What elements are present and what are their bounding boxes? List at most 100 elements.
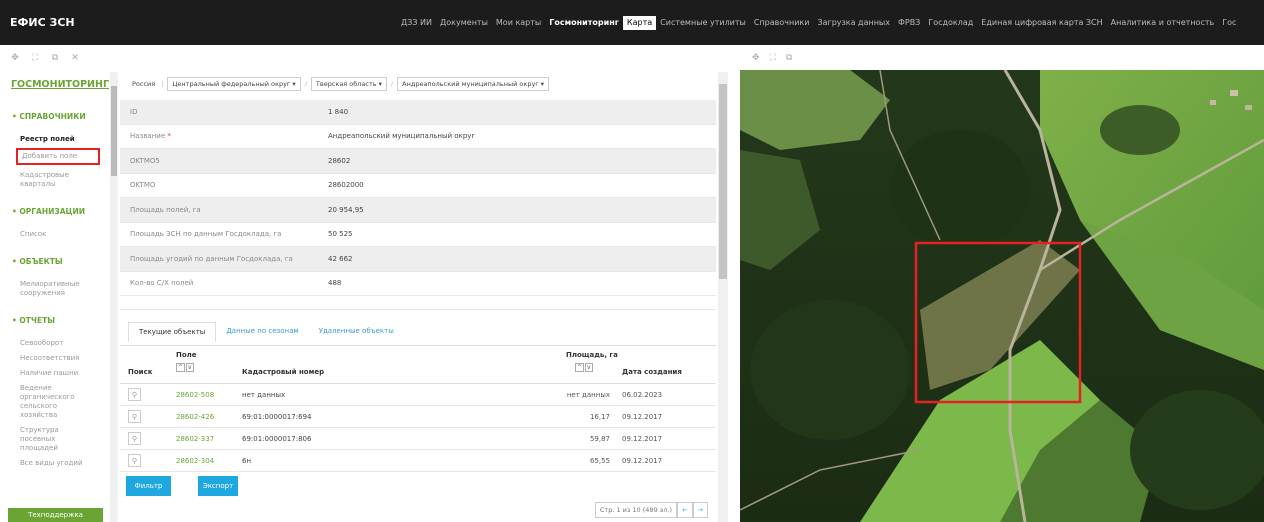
field-link[interactable]: 28602-337 (176, 435, 214, 443)
header-field: Поле (176, 351, 197, 359)
nav-gosdoklad[interactable]: Госдоклад (924, 16, 977, 30)
sidebar-item-crop-rotation[interactable]: Севооборот (8, 339, 111, 348)
support-button[interactable]: Техподдержка (8, 508, 103, 522)
pin-icon[interactable]: ⚲ (128, 454, 141, 467)
sort-down-icon[interactable]: v (585, 363, 593, 372)
sidebar-item-sown-structure[interactable]: Структура посевных площадей (8, 426, 68, 453)
next-page-button[interactable]: → (692, 502, 708, 518)
main-scrollbar[interactable] (718, 72, 728, 522)
cadastral-value: 69:01:0000017:694 (242, 412, 312, 421)
popout-icon[interactable]: ⧉ (50, 53, 60, 63)
property-row: Площадь полей, га 20 954,95 (120, 198, 716, 223)
prev-page-button[interactable]: ← (677, 502, 693, 518)
table-row[interactable]: ⚲ 28602-337 69:01:0000017:806 59,87 09.1… (120, 428, 716, 450)
breadcrumb-root[interactable]: Россия (130, 78, 157, 90)
nav-analytics[interactable]: Аналитика и отчетность (1107, 16, 1219, 30)
pin-icon[interactable]: ⚲ (128, 432, 141, 445)
property-key-text: Название (130, 132, 166, 141)
date-value: 09.12.2017 (622, 412, 663, 421)
tab-deleted-objects[interactable]: Удаленные объекты (309, 322, 404, 342)
sidebar-item-mismatches[interactable]: Несоответствия (8, 354, 111, 363)
move-icon[interactable]: ✥ (752, 53, 760, 63)
nav-frvz[interactable]: ФРВЗ (894, 16, 924, 30)
field-link[interactable]: 28602-426 (176, 413, 214, 421)
satellite-map[interactable] (740, 70, 1264, 522)
sidebar: ГОСМОНИТОРИНГ • СПРАВОЧНИКИ Реестр полей… (8, 72, 111, 522)
property-row: OKTMO5 28602 (120, 149, 716, 174)
table-row[interactable]: ⚲ 28602-304 6н 65,55 09.12.2017 (120, 450, 716, 472)
header-date: Дата создания (622, 368, 682, 376)
header-cadastral: Кадастровый номер (242, 368, 325, 376)
property-key: Кол-во С/Х полей (130, 279, 194, 288)
sidebar-scroll-thumb[interactable] (111, 86, 117, 176)
popout-icon[interactable]: ⧉ (786, 53, 792, 63)
date-value: 09.12.2017 (622, 434, 663, 443)
nav-documents[interactable]: Документы (436, 16, 492, 30)
filter-button[interactable]: Фильтр (126, 476, 171, 496)
area-sort: ^ v (575, 363, 594, 372)
nav-more[interactable]: Гос (1218, 16, 1240, 30)
header-search: Поиск (128, 368, 153, 376)
export-button[interactable]: Экспорт (198, 476, 238, 496)
breadcrumb-separator: / (304, 80, 307, 88)
nav-directories[interactable]: Справочники (750, 16, 814, 30)
area-value: нет данных (566, 390, 610, 399)
section-objects[interactable]: • ОБЪЕКТЫ (8, 257, 111, 266)
table-row[interactable]: ⚲ 28602-508 нет данных нет данных 06.02.… (120, 384, 716, 406)
tab-current-objects[interactable]: Текущие объекты (128, 322, 217, 342)
property-row: Кол-во С/Х полей 488 (120, 272, 716, 296)
nav-data-upload[interactable]: Загрузка данных (813, 16, 894, 30)
nav-gosmonitoring[interactable]: Госмониторинг (545, 16, 623, 30)
sort-down-icon[interactable]: v (186, 363, 194, 372)
nav-system-utils[interactable]: Системные утилиты (656, 16, 750, 30)
required-marker: * (167, 132, 171, 141)
property-value: 20 954,95 (328, 205, 364, 214)
breadcrumb-separator: / (390, 80, 394, 88)
sidebar-item-organic[interactable]: Ведение органического сельского хозяйств… (8, 384, 83, 420)
nav-digital-map[interactable]: Единая цифровая карта ЗСН (977, 16, 1106, 30)
expand-icon[interactable]: ⛶ (770, 53, 776, 63)
breadcrumb: Россия | Центральный федеральный округ ▾… (120, 72, 716, 96)
area-value: 59,87 (589, 434, 610, 443)
section-directories[interactable]: • СПРАВОЧНИКИ (8, 112, 111, 121)
table-row[interactable]: ⚲ 28602-426 69:01:0000017:694 16,17 09.1… (120, 406, 716, 428)
sidebar-item-arable[interactable]: Наличие пашни (8, 369, 111, 378)
sort-up-icon[interactable]: ^ (575, 363, 585, 372)
close-icon[interactable]: ✕ (70, 53, 80, 63)
sidebar-item-cadastral[interactable]: Кадастровые кварталы (8, 171, 78, 189)
sidebar-scrollbar[interactable] (110, 72, 118, 522)
sidebar-item-field-registry[interactable]: Реестр полей (8, 135, 111, 144)
expand-icon[interactable]: ⛶ (30, 53, 40, 63)
field-link[interactable]: 28602-304 (176, 457, 214, 465)
nav-map[interactable]: Карта (622, 15, 657, 30)
field-sort: ^ v (176, 363, 195, 372)
breadcrumb-district[interactable]: Центральный федеральный округ ▾ (167, 77, 301, 91)
table-header: Поиск Поле ^ v Кадастровый номер Площадь,… (120, 348, 716, 384)
header-area: Площадь, га (566, 351, 618, 359)
main-scroll-thumb[interactable] (719, 84, 727, 279)
top-nav: ДЗЗ ИИ Документы Мои карты Госмониторинг… (397, 0, 1264, 45)
sidebar-title[interactable]: ГОСМОНИТОРИНГ (8, 72, 111, 102)
property-value: Андреапольский муниципальный округ (328, 132, 476, 141)
nav-my-maps[interactable]: Мои карты (492, 16, 545, 30)
app-title[interactable]: ЕФИС ЗСН (0, 16, 380, 29)
sidebar-item-all-lands[interactable]: Все виды угодий (8, 459, 111, 468)
breadcrumb-municipality[interactable]: Андреапольский муниципальный округ ▾ (397, 77, 550, 91)
tab-season-data[interactable]: Данные по сезонам (216, 322, 308, 342)
field-link[interactable]: 28602-508 (176, 391, 214, 399)
sort-up-icon[interactable]: ^ (176, 363, 186, 372)
property-row: OKTMO 28602000 (120, 174, 716, 198)
sidebar-item-add-field[interactable]: Добавить поле (16, 148, 100, 165)
section-reports[interactable]: • ОТЧЕТЫ (8, 316, 111, 325)
breadcrumb-region[interactable]: Тверская область ▾ (310, 77, 387, 91)
cadastral-value: нет данных (242, 390, 286, 399)
move-icon[interactable]: ✥ (10, 53, 20, 63)
sidebar-item-list[interactable]: Список (8, 230, 111, 239)
property-row: Название * Андреапольский муниципальный о… (120, 125, 716, 149)
pin-icon[interactable]: ⚲ (128, 410, 141, 423)
pin-icon[interactable]: ⚲ (128, 388, 141, 401)
sidebar-item-melioration[interactable]: Мелиоративные сооружения (8, 280, 88, 298)
property-value: 28602 (328, 156, 351, 165)
nav-dzz[interactable]: ДЗЗ ИИ (397, 16, 436, 30)
section-organizations[interactable]: • ОРГАНИЗАЦИИ (8, 207, 111, 216)
